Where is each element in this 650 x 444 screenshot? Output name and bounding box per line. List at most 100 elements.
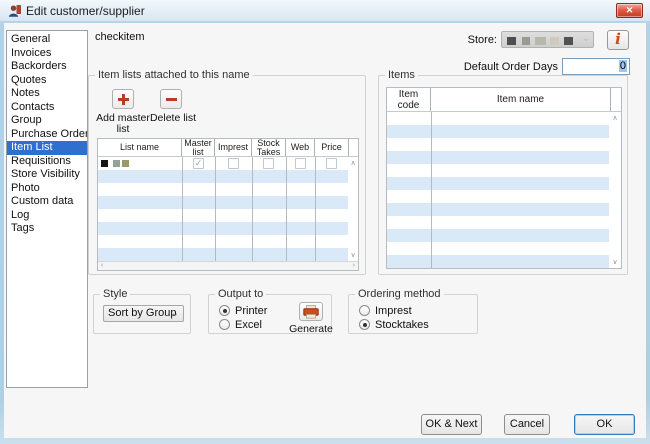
sidebar-item-tags[interactable]: Tags [7,222,87,236]
info-button[interactable]: i [607,30,629,50]
empty-row [387,177,611,190]
redacted-text [550,37,559,45]
ordering-group: Ordering method Imprest Stocktakes [348,294,478,334]
output-legend: Output to [215,288,266,300]
column-header-item-name: Item name [431,88,611,111]
items-empty-rows [387,112,611,268]
generate-label: Generate [283,323,339,335]
sidebar-item-quotes[interactable]: Quotes [7,74,87,88]
empty-row [98,222,349,235]
column-header-imprest: Imprest [215,139,252,156]
titlebar: Edit customer/supplier ✕ [0,0,650,22]
sort-style-value: Sort by Group [108,307,176,319]
redacted-text [535,37,546,45]
sidebar-item-purchase-orders[interactable]: Purchase Orders [7,128,87,142]
empty-row [98,170,349,183]
radio-unselected-icon [359,305,370,316]
redacted-list-name [113,160,120,167]
sidebar-item-group[interactable]: Group [7,114,87,128]
column-header-stock-takes: Stock Takes [252,139,286,156]
redacted-text [507,37,516,45]
column-header-master-list: Master list [182,139,215,156]
horizontal-scrollbar[interactable]: ‹ › [98,261,358,270]
column-header-filler [611,88,621,111]
sort-style-select[interactable]: Sort by Group ⌄ [103,305,184,322]
sidebar-item-item-list[interactable]: Item List [7,141,87,155]
column-header-list-name: List name [98,139,182,156]
scroll-right-icon[interactable]: › [353,262,355,270]
items-group: Items Item code Item name ∧ ∨ [378,75,628,275]
table-row[interactable]: ✓ [98,157,349,170]
sidebar-item-backorders[interactable]: Backorders [7,60,87,74]
radio-selected-icon [219,305,230,316]
window-title: Edit customer/supplier [26,4,145,18]
printer-radio-label: Printer [235,305,267,317]
sidebar-item-log[interactable]: Log [7,209,87,223]
sidebar-item-contacts[interactable]: Contacts [7,101,87,115]
empty-row [387,229,611,242]
sidebar-item-requisitions[interactable]: Requisitions [7,155,87,169]
sidebar-item-notes[interactable]: Notes [7,87,87,101]
scroll-down-icon[interactable]: ∨ [348,251,358,259]
column-divider [252,157,253,261]
item-lists-legend: Item lists attached to this name [95,69,253,81]
style-legend: Style [100,288,130,300]
price-checkbox[interactable] [326,158,337,169]
output-group: Output to Printer Excel Generate [208,294,332,334]
sidebar-item-general[interactable]: General [7,33,87,47]
vertical-scrollbar[interactable]: ∧ ∨ [609,112,621,268]
master-list-checkbox[interactable]: ✓ [193,158,204,169]
stock-takes-checkbox[interactable] [263,158,274,169]
delete-list-button[interactable] [160,89,182,109]
sidebar-item-invoices[interactable]: Invoices [7,47,87,61]
generate-button[interactable] [299,302,323,321]
vertical-scrollbar[interactable]: ∧ ∨ [348,157,358,261]
scroll-down-icon[interactable]: ∨ [609,258,621,266]
close-button[interactable]: ✕ [616,3,643,18]
items-table-header: Item code Item name [387,88,621,112]
imprest-radio-label: Imprest [375,305,412,317]
empty-row [387,216,611,229]
empty-row [387,151,611,164]
plus-icon [117,93,130,106]
scroll-up-icon[interactable]: ∧ [609,114,621,122]
column-divider [315,157,316,261]
empty-row [387,242,611,255]
customer-icon [8,4,22,18]
column-divider [286,157,287,261]
items-table: Item code Item name ∧ ∨ [386,87,622,269]
add-master-list-button[interactable] [112,89,134,109]
default-order-days-value: 0 [619,60,627,72]
delete-list-label: Delete list [145,113,201,124]
sidebar-item-photo[interactable]: Photo [7,182,87,196]
customer-name: checkitem [95,31,145,43]
column-divider [215,157,216,261]
scroll-left-icon[interactable]: ‹ [101,262,103,270]
empty-row [387,125,611,138]
store-select[interactable]: ⌄ [501,31,594,48]
ok-button[interactable]: OK [574,414,635,435]
column-divider [182,157,183,261]
default-order-days-input[interactable]: 0 [562,58,630,75]
cancel-button[interactable]: Cancel [504,414,550,435]
web-checkbox[interactable] [295,158,306,169]
empty-row [98,183,349,196]
dialog-body: General Invoices Backorders Quotes Notes… [4,23,646,438]
item-lists-group: Item lists attached to this name Add mas… [88,75,366,275]
chevron-down-icon: ⌄ [171,306,179,321]
category-list: General Invoices Backorders Quotes Notes… [6,30,88,388]
items-rows [387,112,611,268]
imprest-checkbox[interactable] [228,158,239,169]
sidebar-item-custom-data[interactable]: Custom data [7,195,87,209]
empty-row [387,203,611,216]
empty-row [98,209,349,222]
items-legend: Items [385,69,418,81]
redacted-text [522,37,530,45]
empty-row [98,196,349,209]
column-divider [431,112,432,268]
scroll-up-icon[interactable]: ∧ [348,159,358,167]
redacted-list-name [122,160,129,167]
sidebar-item-store-visibility[interactable]: Store Visibility [7,168,87,182]
ok-and-next-button[interactable]: OK & Next [421,414,482,435]
column-header-filler [349,139,358,156]
